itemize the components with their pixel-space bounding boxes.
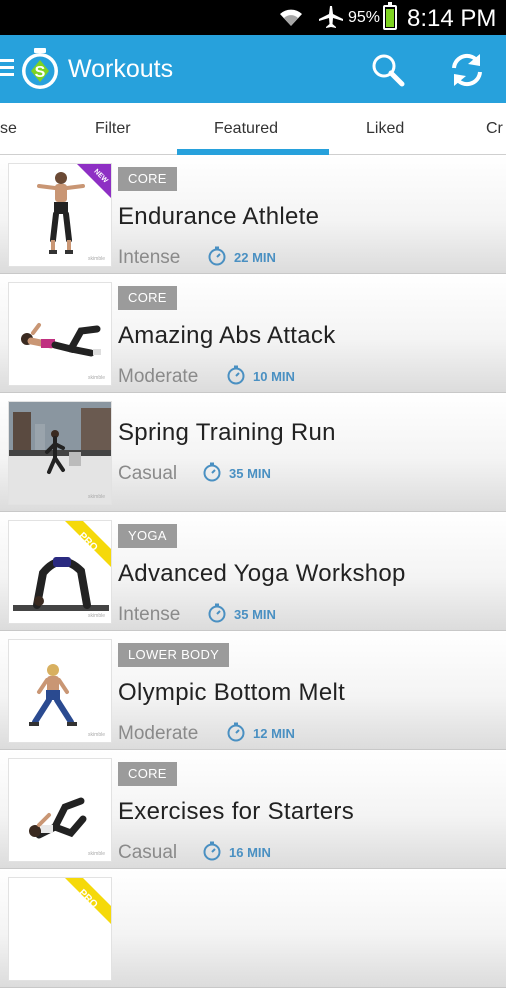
workout-row[interactable]: skimble LOWER BODY Olympic Bottom Melt M… [0,631,506,750]
workout-title: Endurance Athlete [118,203,320,230]
category-tag: LOWER BODY [118,643,230,667]
duration-label: 10 MIN [253,369,295,384]
workout-row[interactable]: skimble NEW CORE Endurance Athlete Inten… [0,155,506,274]
workout-title: Olympic Bottom Melt [118,679,346,706]
duration-label: 16 MIN [229,845,271,860]
new-badge: NEW [77,164,111,198]
intensity-level: Moderate [118,723,199,744]
workout-row[interactable]: skimble CORE Exercises for Starters Casu… [0,750,506,869]
action-bar: S Workouts [0,35,506,103]
category-tag: CORE [118,286,177,310]
airplane-mode-icon [318,5,344,34]
menu-icon[interactable] [0,59,16,79]
tab-liked[interactable]: Liked [366,120,404,138]
pro-badge: PRO [51,521,111,581]
intensity-level: Casual [118,842,178,863]
workout-thumbnail: skimble NEW [8,163,112,267]
stopwatch-icon [226,365,246,390]
workout-row[interactable]: PRO [0,869,506,988]
stopwatch-icon [207,246,227,271]
stopwatch-icon [202,462,222,487]
refresh-icon[interactable] [448,51,486,94]
workout-title: Advanced Yoga Workshop [118,560,406,587]
app-logo-icon[interactable]: S [18,47,62,96]
stopwatch-icon [226,722,246,747]
workout-title: Amazing Abs Attack [118,322,336,349]
workout-thumbnail: skimble [8,758,112,862]
tab-bar: se Filter Featured Liked Cr [0,103,506,155]
thumbnail-watermark: skimble [88,613,105,619]
category-tag: CORE [118,167,177,191]
status-bar: 95% 8:14 PM [0,0,506,35]
thumbnail-watermark: skimble [88,851,105,857]
search-icon[interactable] [370,52,406,93]
tab-featured[interactable]: Featured [214,120,278,138]
workout-row[interactable]: skimble PRO YOGA Advanced Yoga Workshop … [0,512,506,631]
duration-label: 35 MIN [234,607,276,622]
tab-create[interactable]: Cr [486,120,503,138]
tab-filter[interactable]: Filter [95,120,131,138]
thumbnail-watermark: skimble [88,494,105,500]
battery-icon [383,2,397,30]
duration-label: 35 MIN [229,466,271,481]
workout-title: Spring Training Run [118,419,336,446]
workout-row[interactable]: skimble CORE Amazing Abs Attack Moderate… [0,274,506,393]
stopwatch-icon [202,841,222,866]
stopwatch-icon [207,603,227,628]
thumbnail-watermark: skimble [88,375,105,381]
pro-badge: PRO [51,878,111,938]
tab-browse[interactable]: se [0,120,17,138]
workout-thumbnail: skimble [8,401,112,505]
workout-thumbnail: skimble PRO [8,520,112,624]
clock-time: 8:14 PM [407,5,497,32]
intensity-level: Intense [118,247,181,268]
workout-thumbnail: skimble [8,639,112,743]
duration-label: 22 MIN [234,250,276,265]
workout-row[interactable]: skimble Spring Training Run Casual 35 MI… [0,393,506,512]
workout-thumbnail: skimble [8,282,112,386]
duration-label: 12 MIN [253,726,295,741]
battery-level-fill [386,8,394,27]
category-tag: YOGA [118,524,177,548]
intensity-level: Moderate [118,366,199,387]
intensity-level: Intense [118,604,181,625]
thumbnail-watermark: skimble [88,732,105,738]
intensity-level: Casual [118,463,178,484]
wifi-icon [278,6,304,33]
category-tag: CORE [118,762,177,786]
thumbnail-watermark: skimble [88,256,105,262]
workout-thumbnail: PRO [8,877,112,981]
workout-title: Exercises for Starters [118,798,354,825]
battery-percent: 95% [348,9,381,26]
svg-text:S: S [35,64,46,81]
page-title: Workouts [68,55,174,83]
